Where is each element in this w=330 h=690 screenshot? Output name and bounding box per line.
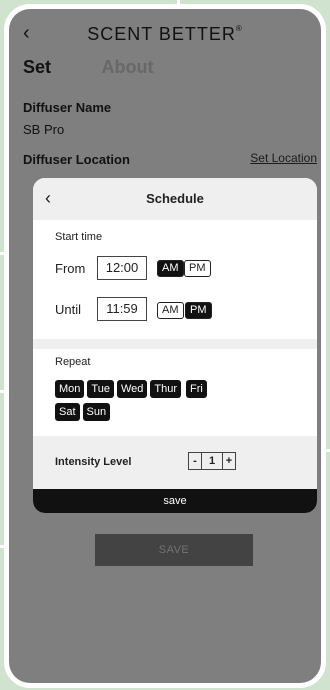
repeat-label: Repeat: [55, 356, 91, 368]
intensity-plus-button[interactable]: +: [223, 453, 235, 469]
until-pm-toggle[interactable]: PM: [185, 302, 212, 319]
day-mon[interactable]: Mon: [55, 380, 85, 398]
schedule-save-button[interactable]: save: [33, 489, 317, 513]
day-fri[interactable]: Fri: [186, 380, 207, 398]
day-wed[interactable]: Wed: [116, 380, 148, 398]
start-time-label: Start time: [55, 231, 103, 243]
until-time-input[interactable]: 11:59: [97, 297, 147, 321]
until-am-toggle[interactable]: AM: [157, 302, 184, 319]
day-sun[interactable]: Sun: [82, 403, 111, 421]
section-divider: [33, 339, 317, 349]
until-label: Until: [55, 302, 82, 317]
schedule-title: Schedule: [146, 191, 204, 206]
from-am-toggle[interactable]: AM: [157, 260, 184, 277]
day-tue[interactable]: Tue: [87, 380, 114, 398]
day-thur[interactable]: Thur: [150, 380, 181, 398]
schedule-modal: ‹ Schedule Start time From 12:00 AM PM U…: [33, 178, 317, 513]
intensity-label: Intensity Level: [55, 456, 132, 468]
intensity-minus-button[interactable]: -: [189, 453, 201, 469]
from-pm-toggle[interactable]: PM: [184, 260, 211, 277]
schedule-header: ‹ Schedule: [33, 178, 317, 220]
repeat-days: Mon Tue Wed Thur Fri Sat Sun: [55, 379, 255, 425]
phone-screen: ‹ SCENT BETTER® Set About Diffuser Name …: [4, 4, 326, 688]
day-sat[interactable]: Sat: [55, 403, 80, 421]
from-time-input[interactable]: 12:00: [97, 256, 147, 280]
from-label: From: [55, 261, 86, 276]
intensity-stepper: - 1 +: [188, 452, 236, 470]
intensity-value: 1: [201, 453, 223, 469]
